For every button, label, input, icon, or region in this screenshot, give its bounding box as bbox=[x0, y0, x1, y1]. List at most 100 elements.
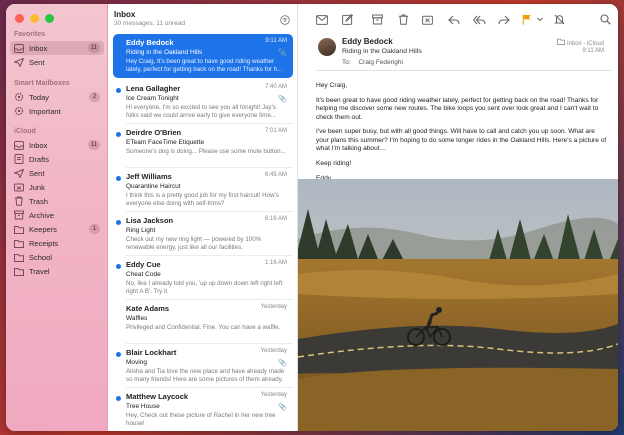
body-paragraph: It's been great to have good riding weat… bbox=[316, 96, 599, 121]
junk-icon[interactable] bbox=[422, 12, 433, 25]
mailbox-count: 30 messages, 11 unread bbox=[114, 20, 186, 27]
message-preview: No, like I already told you, 'up up down… bbox=[126, 280, 283, 295]
sidebar-item-label: Today bbox=[29, 92, 50, 102]
list-item[interactable]: Jeff Williams 6:45 AM Quarantine Haircut… bbox=[113, 168, 293, 212]
list-item[interactable]: Eddy Cue 1:16 AM Cheat Code No, like I a… bbox=[113, 256, 293, 300]
message-from: Eddy Bedock bbox=[342, 37, 393, 46]
unread-indicator bbox=[116, 176, 121, 181]
sidebar-item-label: Trash bbox=[29, 196, 48, 206]
message-preview: I think this is a pretty good job for my… bbox=[126, 192, 279, 207]
avatar bbox=[318, 38, 336, 56]
unread-indicator bbox=[116, 264, 121, 269]
unread-indicator bbox=[116, 88, 121, 93]
minimize-button[interactable] bbox=[30, 14, 39, 23]
message-subject: ETeam FaceTime Etiquette bbox=[126, 139, 205, 146]
filter-icon[interactable] bbox=[280, 12, 290, 25]
to-label: To: bbox=[342, 59, 351, 66]
sidebar-item-favorites-inbox[interactable]: Inbox 11 bbox=[10, 41, 104, 55]
sidebar: Favorites Inbox 11 Sent Smart Mailboxes … bbox=[6, 4, 108, 431]
mute-icon[interactable] bbox=[554, 12, 565, 25]
sidebar-item-junk[interactable]: Junk bbox=[10, 180, 104, 194]
folder-icon bbox=[14, 238, 24, 248]
sidebar-item-label: Sent bbox=[29, 168, 45, 178]
list-item[interactable]: Matthew Laycock Yesterday Tree House 📎 H… bbox=[113, 388, 293, 431]
sidebar-item-label: Inbox bbox=[29, 43, 48, 53]
window-controls bbox=[15, 14, 54, 23]
list-item[interactable]: Lena Gallagher 7:40 AM Ice Cream Tonight… bbox=[113, 80, 293, 124]
sidebar-item-label: Junk bbox=[29, 182, 45, 192]
message-list: Inbox 30 messages, 11 unread Eddy Bedock… bbox=[108, 4, 298, 431]
envelope-icon[interactable] bbox=[316, 12, 328, 25]
reading-pane: Eddy Bedock Riding in the Oakland Hills … bbox=[298, 4, 618, 431]
message-preview: Alisha and Tia love the new place and ha… bbox=[126, 368, 285, 383]
sidebar-item-label: Receipts bbox=[29, 238, 59, 248]
body-paragraph: Hey Craig, bbox=[316, 82, 348, 89]
message-subject: Tree House bbox=[126, 403, 160, 410]
sidebar-item-label: Inbox bbox=[29, 140, 48, 150]
divider bbox=[316, 70, 612, 71]
sidebar-item-keepers[interactable]: Keepers 1 bbox=[10, 222, 104, 236]
gear-icon bbox=[14, 106, 24, 116]
sidebar-item-school[interactable]: School bbox=[10, 250, 104, 264]
message-date: Yesterday bbox=[260, 392, 287, 398]
mail-window: Favorites Inbox 11 Sent Smart Mailboxes … bbox=[6, 4, 618, 431]
paperclip-icon: 📎 bbox=[278, 96, 287, 103]
forward-icon[interactable] bbox=[498, 12, 510, 25]
message-sender: Lisa Jackson bbox=[126, 216, 174, 225]
list-item[interactable]: Eddy Bedock 9:11 AM Riding in the Oaklan… bbox=[113, 34, 293, 78]
sidebar-item-icloud-inbox[interactable]: Inbox 11 bbox=[10, 138, 104, 152]
sidebar-item-archive[interactable]: Archive bbox=[10, 208, 104, 222]
list-item[interactable]: Deirdre O'Brien 7:01 AM ETeam FaceTime E… bbox=[113, 124, 293, 168]
sidebar-item-travel[interactable]: Travel bbox=[10, 264, 104, 278]
reply-all-icon[interactable] bbox=[472, 12, 486, 25]
attached-photo[interactable] bbox=[298, 179, 618, 431]
sidebar-item-label: Sent bbox=[29, 57, 45, 67]
message-preview: Check out my new ring light — powered by… bbox=[126, 236, 262, 251]
compose-icon[interactable] bbox=[342, 12, 354, 25]
list-item[interactable]: Blair Lockhart Yesterday Moving 📎 Alisha… bbox=[113, 344, 293, 388]
unread-indicator bbox=[116, 396, 121, 401]
sidebar-item-label: Travel bbox=[29, 266, 50, 276]
sent-icon bbox=[14, 168, 24, 178]
trash-icon[interactable] bbox=[398, 12, 409, 25]
sidebar-item-sent[interactable]: Sent bbox=[10, 166, 104, 180]
sidebar-item-trash[interactable]: Trash bbox=[10, 194, 104, 208]
sidebar-item-drafts[interactable]: Drafts bbox=[10, 152, 104, 166]
sidebar-item-favorites-sent[interactable]: Sent bbox=[10, 55, 104, 69]
message-date: 7:01 AM bbox=[264, 128, 287, 134]
message-subject: Ring Light bbox=[126, 227, 156, 234]
archive-icon[interactable] bbox=[372, 12, 383, 25]
message-date: Yesterday bbox=[260, 304, 287, 310]
message-subject-header: Riding in the Oakland Hills bbox=[342, 48, 422, 55]
flag-icon[interactable] bbox=[522, 12, 533, 25]
message-time: 9:11 AM bbox=[582, 48, 604, 54]
message-date: 6:16 AM bbox=[264, 216, 287, 222]
sidebar-item-receipts[interactable]: Receipts bbox=[10, 236, 104, 250]
chevron-down-icon[interactable] bbox=[536, 12, 547, 23]
junk-icon bbox=[14, 182, 24, 192]
list-item[interactable]: Kate Adams Yesterday Waffles Privileged … bbox=[113, 300, 293, 344]
sidebar-item-today[interactable]: Today 2 bbox=[10, 90, 104, 104]
sidebar-item-important[interactable]: Important bbox=[10, 104, 104, 118]
paperclip-icon: 📎 bbox=[278, 404, 287, 411]
folder-icon bbox=[557, 38, 567, 47]
sidebar-item-label: Drafts bbox=[29, 154, 50, 164]
sidebar-item-label: Keepers bbox=[29, 224, 57, 234]
list-item[interactable]: Lisa Jackson 6:16 AM Ring Light Check ou… bbox=[113, 212, 293, 256]
folder-icon bbox=[14, 266, 24, 276]
folder-icon bbox=[14, 224, 24, 234]
inbox-icon bbox=[14, 43, 24, 53]
reply-icon[interactable] bbox=[448, 12, 460, 25]
search-icon[interactable] bbox=[600, 12, 611, 25]
message-preview: Privileged and Confidential. Fine. You c… bbox=[126, 324, 281, 331]
message-date: 7:40 AM bbox=[264, 84, 287, 90]
unread-indicator bbox=[116, 220, 121, 225]
zoom-button[interactable] bbox=[45, 14, 54, 23]
paperclip-icon: 📎 bbox=[278, 50, 287, 57]
message-preview: Hi everyone, I'm so excited to see you a… bbox=[126, 104, 276, 119]
message-body: Hey Craig, It's been great to have good … bbox=[316, 82, 608, 189]
list-header: Inbox 30 messages, 11 unread bbox=[114, 10, 185, 27]
message-sender: Deirdre O'Brien bbox=[126, 128, 182, 137]
smart-mailboxes-title: Smart Mailboxes bbox=[14, 80, 70, 87]
close-button[interactable] bbox=[15, 14, 24, 23]
